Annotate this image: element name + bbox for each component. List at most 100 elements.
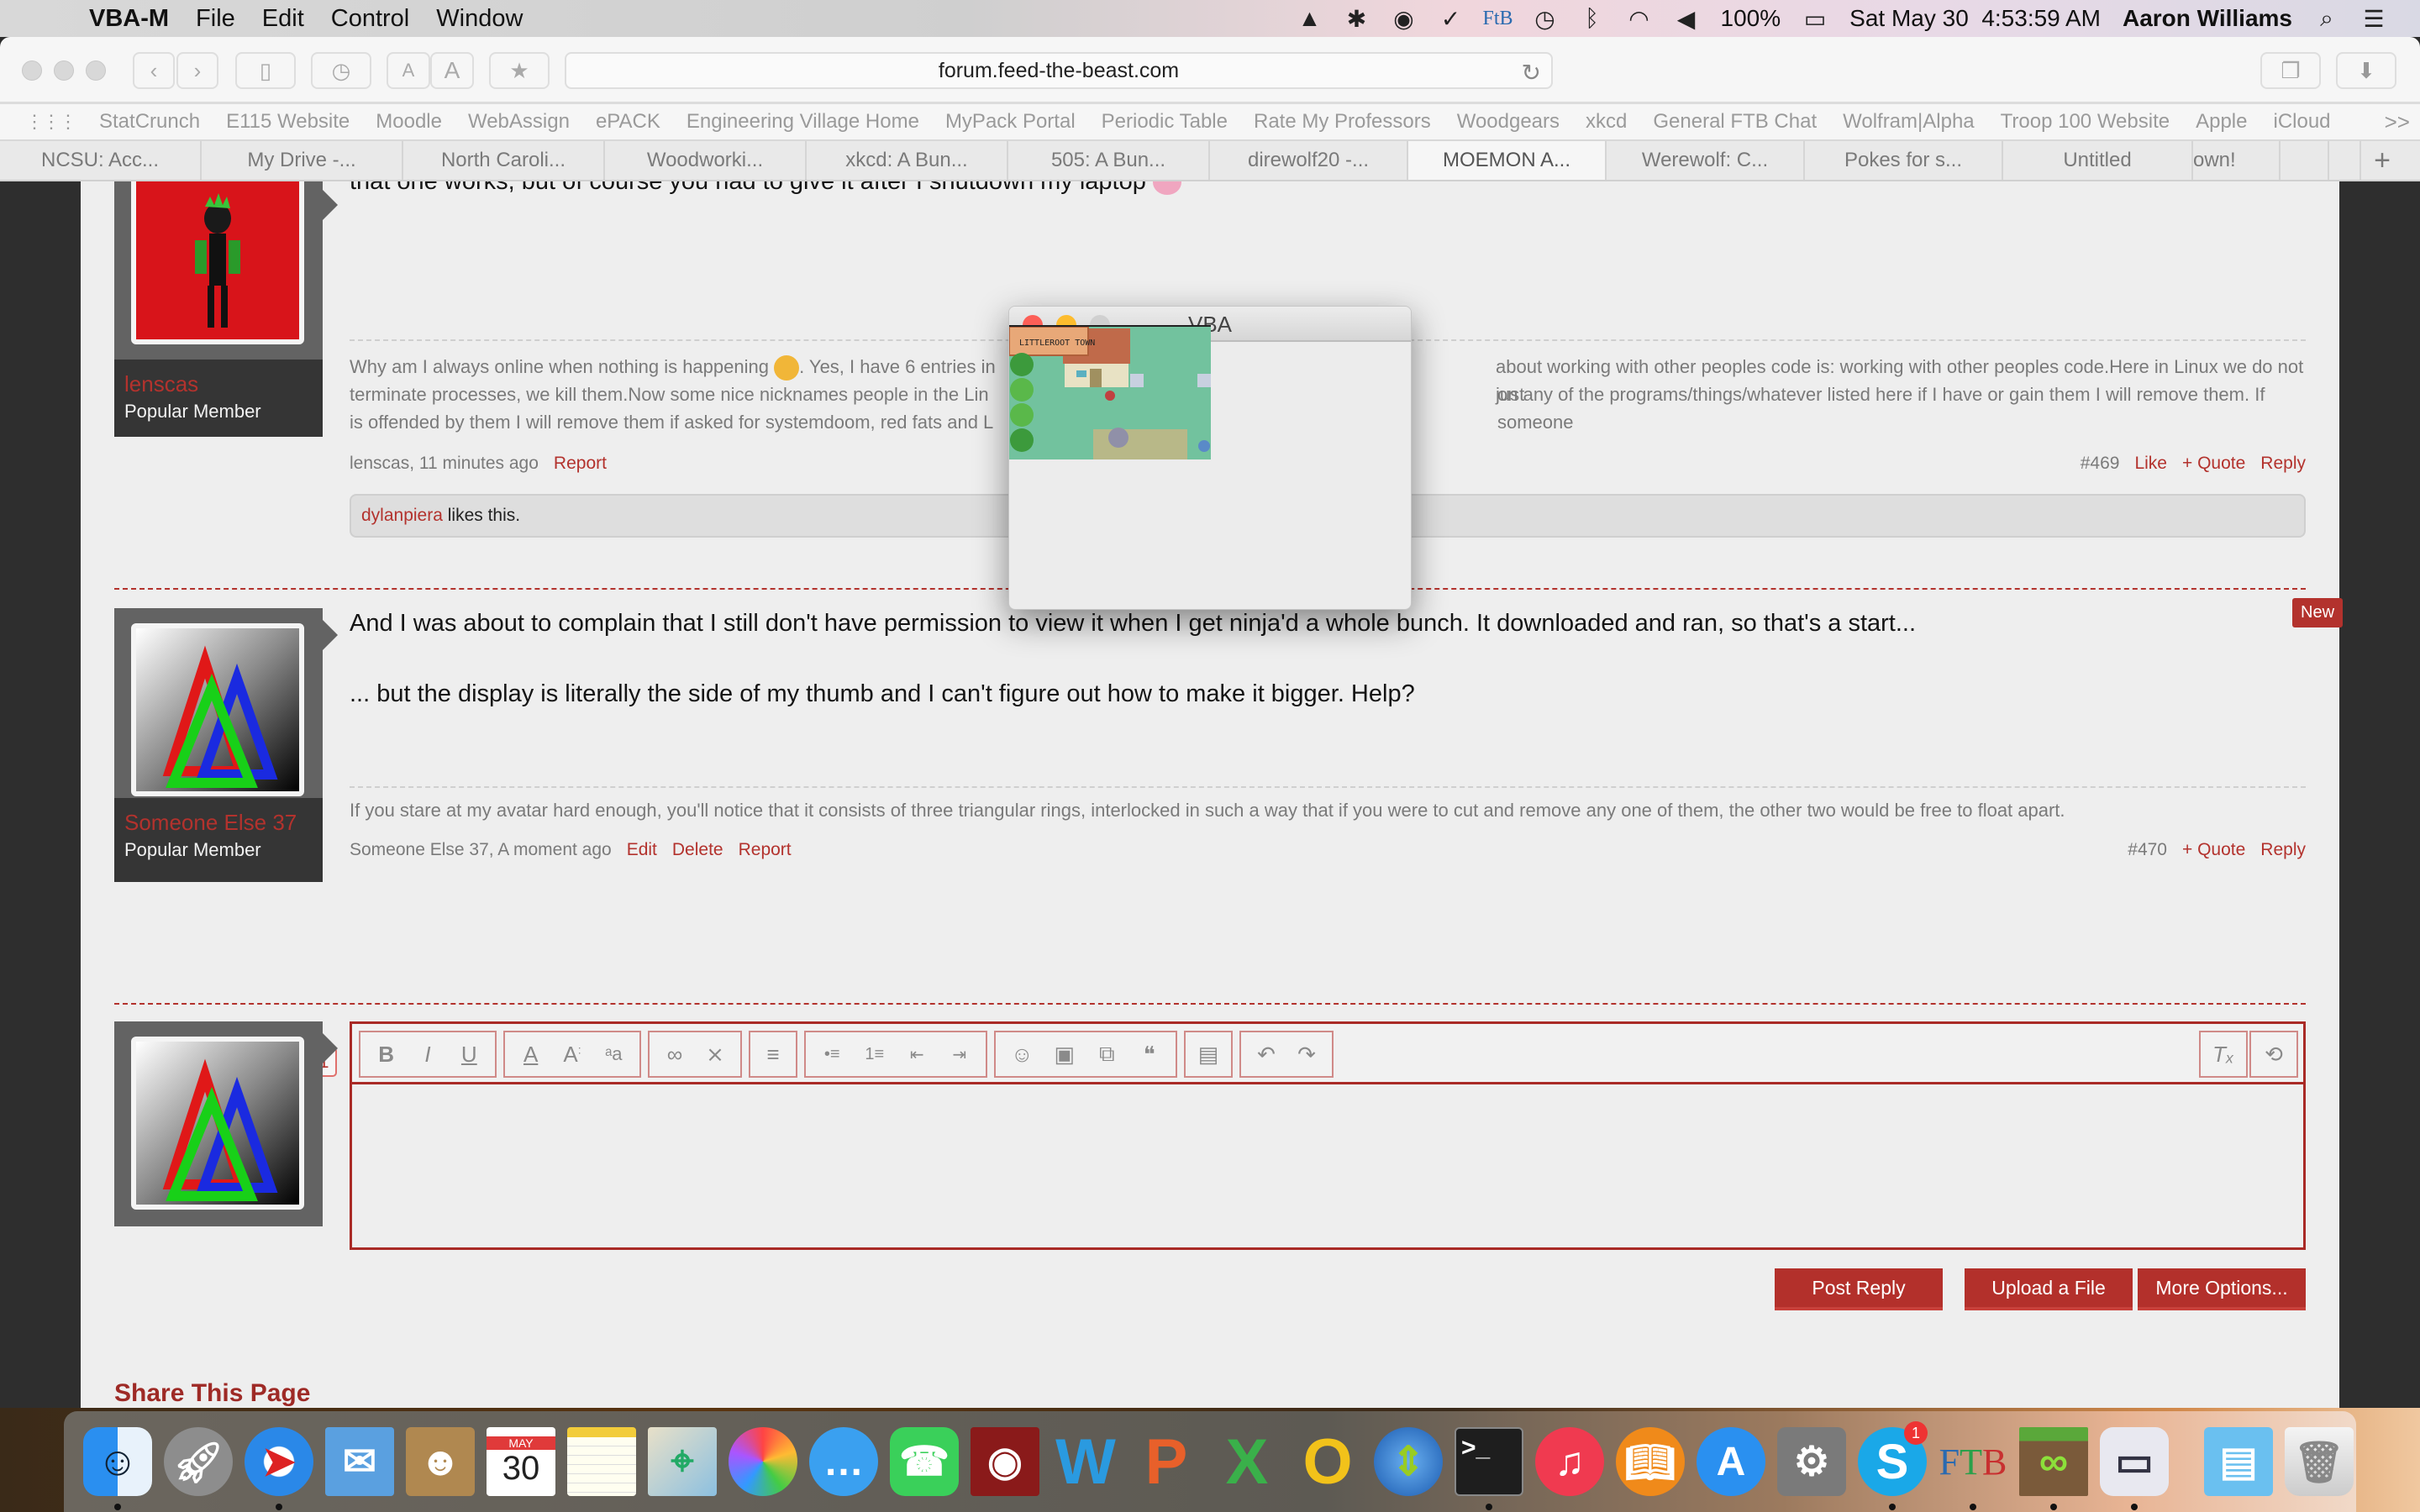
tab[interactable]: Pokes for s... — [1805, 141, 2003, 180]
dock-facetime[interactable]: ☎ — [884, 1421, 965, 1502]
report-link[interactable]: Report — [554, 454, 607, 473]
spiral-icon[interactable]: ◉ — [1392, 6, 1417, 32]
report-link[interactable]: Report — [739, 840, 792, 859]
clock[interactable]: Sat May 30 4:53:59 AM — [1849, 5, 2101, 32]
upload-file-button[interactable]: Upload a File — [1965, 1268, 2133, 1310]
edit-link[interactable]: Edit — [627, 840, 657, 859]
dock-outlook[interactable]: O — [1287, 1421, 1368, 1502]
close-window-button[interactable] — [22, 60, 42, 81]
top-sites-icon[interactable]: ⋮⋮⋮ — [25, 111, 77, 133]
bookmark[interactable]: iCloud — [2273, 110, 2330, 134]
user-name[interactable]: Aaron Williams — [2123, 5, 2292, 32]
bookmark-button[interactable]: ★ — [489, 52, 550, 89]
tabs-overview-button[interactable]: ❐ — [2260, 52, 2321, 89]
tab[interactable] — [2329, 141, 2361, 180]
tab[interactable]: NCSU: Acc... — [0, 141, 202, 180]
bookmark[interactable]: Periodic Table — [1102, 110, 1228, 134]
tab[interactable]: My Drive -... — [202, 141, 403, 180]
undo-icon[interactable]: ↶ — [1249, 1042, 1283, 1068]
bookmark[interactable]: Rate My Professors — [1254, 110, 1431, 134]
text-larger-button[interactable]: A — [430, 52, 474, 89]
dock-multimc[interactable]: ∞ — [2013, 1421, 2094, 1510]
volume-icon[interactable]: ◀ — [1674, 6, 1699, 32]
more-options-button[interactable]: More Options... — [2138, 1268, 2306, 1310]
tab[interactable] — [2281, 141, 2329, 180]
bluetooth-icon[interactable]: ᛒ — [1580, 5, 1605, 31]
post-author-time[interactable]: lenscas, 11 minutes ago — [350, 454, 539, 473]
bookmark[interactable]: xkcd — [1586, 110, 1627, 134]
dock-system-preferences[interactable]: ⚙ — [1771, 1421, 1852, 1502]
dock-finder[interactable]: ☺ — [77, 1421, 158, 1510]
dock-powerpoint[interactable]: P — [1126, 1421, 1207, 1502]
dock-messages[interactable]: … — [803, 1421, 884, 1502]
dock-itunes[interactable]: ♫ — [1529, 1421, 1610, 1502]
bookmark[interactable]: E115 Website — [226, 110, 350, 134]
underline-icon[interactable]: U — [452, 1042, 486, 1068]
tab[interactable]: xkcd: A Bun... — [807, 141, 1008, 180]
quote-link[interactable]: + Quote — [2182, 454, 2245, 473]
dock-transmit[interactable]: ⇕ — [1368, 1421, 1449, 1502]
liker-link[interactable]: dylanpiera — [361, 506, 443, 525]
dock-terminal[interactable]: >_ — [1449, 1421, 1529, 1510]
bookmark[interactable]: Apple — [2196, 110, 2247, 134]
asterisk-icon[interactable]: ✱ — [1344, 6, 1370, 32]
outdent-icon[interactable]: ⇤ — [900, 1044, 934, 1065]
bookmark[interactable]: Engineering Village Home — [687, 110, 919, 134]
italic-icon[interactable]: I — [411, 1042, 445, 1068]
dock-notes[interactable] — [561, 1421, 642, 1502]
menu-edit[interactable]: Edit — [262, 5, 304, 33]
image-icon[interactable]: ▣ — [1048, 1042, 1081, 1068]
more-bookmarks-icon[interactable]: >> — [2385, 109, 2410, 135]
new-tab-button[interactable]: + — [2361, 141, 2403, 180]
bookmark[interactable]: StatCrunch — [99, 110, 200, 134]
menu-control[interactable]: Control — [331, 5, 410, 33]
tab[interactable]: 505: A Bun... — [1008, 141, 1210, 180]
dock-photo-booth[interactable]: ◉ — [965, 1421, 1045, 1502]
tab-active[interactable]: MOEMON A... — [1408, 141, 1607, 180]
username-link[interactable]: Someone Else 37 — [124, 810, 313, 836]
vba-window[interactable]: VBA LITTLEROOT TOWN — [1008, 306, 1412, 610]
font-family-icon[interactable]: ᵃa — [597, 1043, 630, 1065]
dock-maps[interactable]: ⌖ — [642, 1421, 723, 1502]
delete-link[interactable]: Delete — [672, 840, 723, 859]
dock-safari[interactable]: ➤ — [239, 1421, 319, 1510]
dock-photos[interactable] — [723, 1421, 803, 1502]
post-reply-button[interactable]: Post Reply — [1775, 1268, 1943, 1310]
save-draft-icon[interactable]: ▤ — [1192, 1042, 1225, 1068]
dock-trash[interactable]: 🗑︎ — [2279, 1421, 2360, 1502]
wifi-icon[interactable]: ◠ — [1627, 6, 1652, 32]
dock-app-store[interactable]: A — [1691, 1421, 1771, 1502]
ftb-icon[interactable]: FtB — [1483, 6, 1513, 31]
downloads-button[interactable]: ⬇ — [2336, 52, 2396, 89]
dock-launchpad[interactable]: 🚀︎ — [158, 1421, 239, 1502]
forward-button[interactable]: › — [176, 52, 218, 89]
indent-icon[interactable]: ⇥ — [943, 1044, 976, 1065]
link-icon[interactable]: ∞ — [658, 1042, 692, 1068]
post-number[interactable]: #470 — [2128, 840, 2167, 859]
notification-center-icon[interactable]: ☰ — [2361, 6, 2386, 32]
dock-ibooks[interactable]: 📖︎ — [1610, 1421, 1691, 1502]
battery-icon[interactable]: ▭ — [1802, 6, 1828, 32]
reply-link[interactable]: Reply — [2260, 454, 2306, 473]
dock-downloads[interactable]: ▤ — [2198, 1421, 2279, 1502]
bold-icon[interactable]: B — [370, 1042, 403, 1068]
remove-format-icon[interactable]: Tₓ — [2207, 1042, 2240, 1068]
numbered-list-icon[interactable]: 1≡ — [858, 1045, 892, 1064]
text-smaller-button[interactable]: A — [387, 52, 430, 89]
ink-icon[interactable]: ▲ — [1297, 5, 1323, 31]
tab[interactable]: own! — [2193, 141, 2281, 180]
media-icon[interactable]: ⧉ — [1090, 1041, 1123, 1068]
sidebar-button[interactable]: ▯ — [235, 52, 296, 89]
dock-contacts[interactable]: ☻ — [400, 1421, 481, 1502]
bookmark[interactable]: General FTB Chat — [1653, 110, 1817, 134]
tab[interactable]: Woodworki... — [605, 141, 807, 180]
unlink-icon[interactable]: ⨯ — [698, 1042, 732, 1068]
time-machine-icon[interactable]: ◷ — [1533, 6, 1558, 32]
address-bar[interactable]: forum.feed-the-beast.com ↻ — [565, 52, 1553, 89]
dock-word[interactable]: W — [1045, 1421, 1126, 1502]
bullet-list-icon[interactable]: •≡ — [815, 1045, 849, 1064]
smiley-icon[interactable]: ☺ — [1005, 1042, 1039, 1068]
editor-text-area[interactable] — [352, 1087, 2303, 1250]
bookmark[interactable]: Woodgears — [1457, 110, 1560, 134]
game-screen[interactable]: LITTLEROOT TOWN — [1009, 325, 1211, 459]
